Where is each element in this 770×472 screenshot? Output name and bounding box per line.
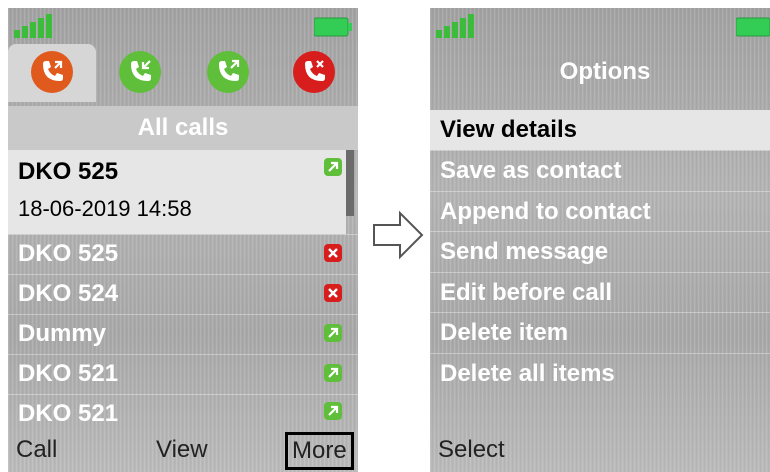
call-name: DKO 525 (18, 240, 119, 267)
call-list-item[interactable]: DKO 521 (8, 354, 358, 394)
battery-icon (736, 17, 770, 37)
call-list-item[interactable]: DKO 525 (8, 234, 358, 274)
option-save-as-contact[interactable]: Save as contact (430, 150, 770, 190)
signal-strength-icon (14, 14, 52, 38)
option-append-to-contact[interactable]: Append to contact (430, 191, 770, 231)
options-title: Options (559, 58, 651, 85)
phone-incoming-icon (119, 51, 161, 93)
call-list-item[interactable]: DKO 521 (8, 394, 358, 434)
phone-missed-icon (293, 51, 335, 93)
call-name: Dummy (18, 320, 107, 347)
select-softkey[interactable]: Select (438, 436, 505, 464)
phone-transfer-icon (31, 51, 73, 93)
view-softkey[interactable]: View (156, 436, 208, 464)
call-list-item[interactable]: Dummy (8, 314, 358, 354)
call-name: DKO 521 (18, 360, 119, 387)
option-delete-item[interactable]: Delete item (430, 312, 770, 352)
all-calls-tab[interactable] (8, 44, 96, 102)
option-delete-all-items[interactable]: Delete all items (430, 353, 770, 393)
missed-call-icon (324, 284, 342, 302)
option-send-message[interactable]: Send message (430, 231, 770, 271)
scrollbar[interactable] (346, 150, 354, 216)
list-title: All calls (8, 106, 358, 150)
call-type-tabs (8, 44, 358, 102)
outgoing-call-icon (324, 158, 342, 176)
call-datetime: 18-06-2019 14:58 (18, 196, 192, 221)
call-list-screen: All calls DKO 525 18-06-2019 14:58 DKO 5… (8, 8, 358, 472)
arrow-right-icon (373, 210, 424, 260)
options-screen: Options View details Save as contact App… (430, 8, 770, 472)
call-name: DKO 525 (18, 158, 119, 185)
signal-strength-icon (436, 14, 474, 38)
call-name: DKO 524 (18, 280, 119, 307)
softkey-bar: Call View More (8, 432, 358, 472)
call-list-item-selected[interactable]: DKO 525 18-06-2019 14:58 (8, 150, 346, 234)
missed-calls-tab[interactable] (270, 44, 358, 102)
dialed-calls-tab[interactable] (184, 44, 272, 102)
received-calls-tab[interactable] (96, 44, 184, 102)
missed-call-icon (324, 244, 342, 262)
option-view-details[interactable]: View details (430, 110, 770, 150)
call-list-item[interactable]: DKO 524 (8, 274, 358, 314)
outgoing-call-icon (324, 402, 342, 420)
more-softkey[interactable]: More (285, 432, 354, 470)
call-name: DKO 521 (18, 400, 119, 427)
option-edit-before-call[interactable]: Edit before call (430, 272, 770, 312)
outgoing-call-icon (324, 324, 342, 342)
softkey-bar: Select (430, 432, 770, 472)
outgoing-call-icon (324, 364, 342, 382)
status-bar (8, 8, 358, 44)
call-softkey[interactable]: Call (16, 436, 57, 464)
status-bar (430, 8, 770, 44)
battery-icon (314, 17, 352, 37)
phone-outgoing-icon (207, 51, 249, 93)
